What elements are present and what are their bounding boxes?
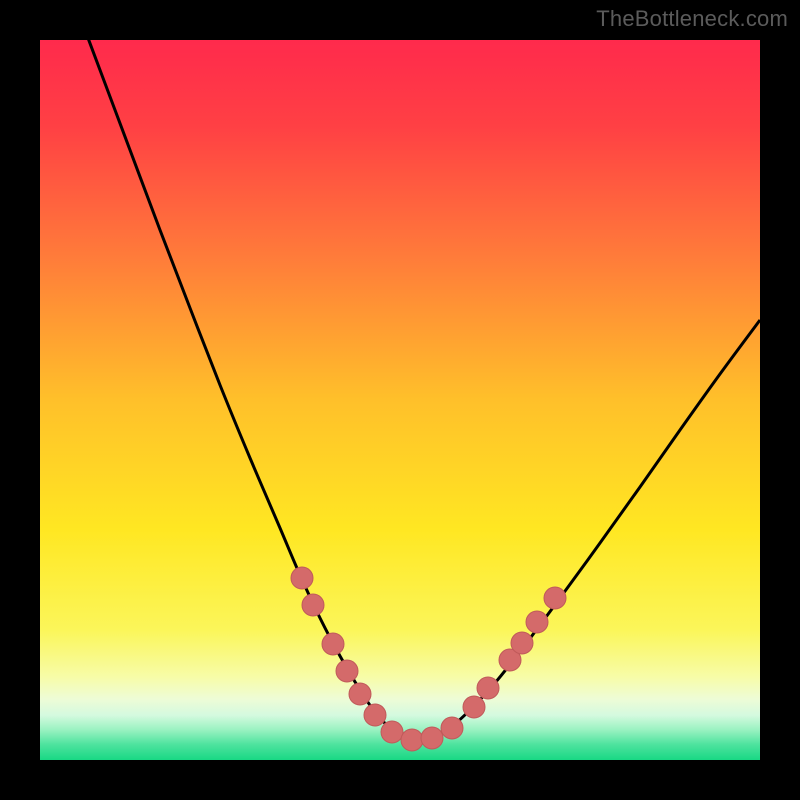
marker-point xyxy=(401,729,423,751)
marker-point xyxy=(349,683,371,705)
marker-point xyxy=(381,721,403,743)
watermark-text: TheBottleneck.com xyxy=(596,6,788,32)
marker-point xyxy=(291,567,313,589)
marker-point xyxy=(511,632,533,654)
marker-point xyxy=(544,587,566,609)
marker-point xyxy=(322,633,344,655)
marker-point xyxy=(302,594,324,616)
plot-area xyxy=(40,40,760,760)
highlight-markers xyxy=(291,567,566,751)
marker-point xyxy=(526,611,548,633)
curve-layer xyxy=(40,40,760,760)
marker-point xyxy=(336,660,358,682)
marker-point xyxy=(441,717,463,739)
marker-point xyxy=(463,696,485,718)
chart-frame: TheBottleneck.com xyxy=(0,0,800,800)
bottleneck-curve xyxy=(70,40,760,740)
marker-point xyxy=(477,677,499,699)
marker-point xyxy=(364,704,386,726)
marker-point xyxy=(421,727,443,749)
